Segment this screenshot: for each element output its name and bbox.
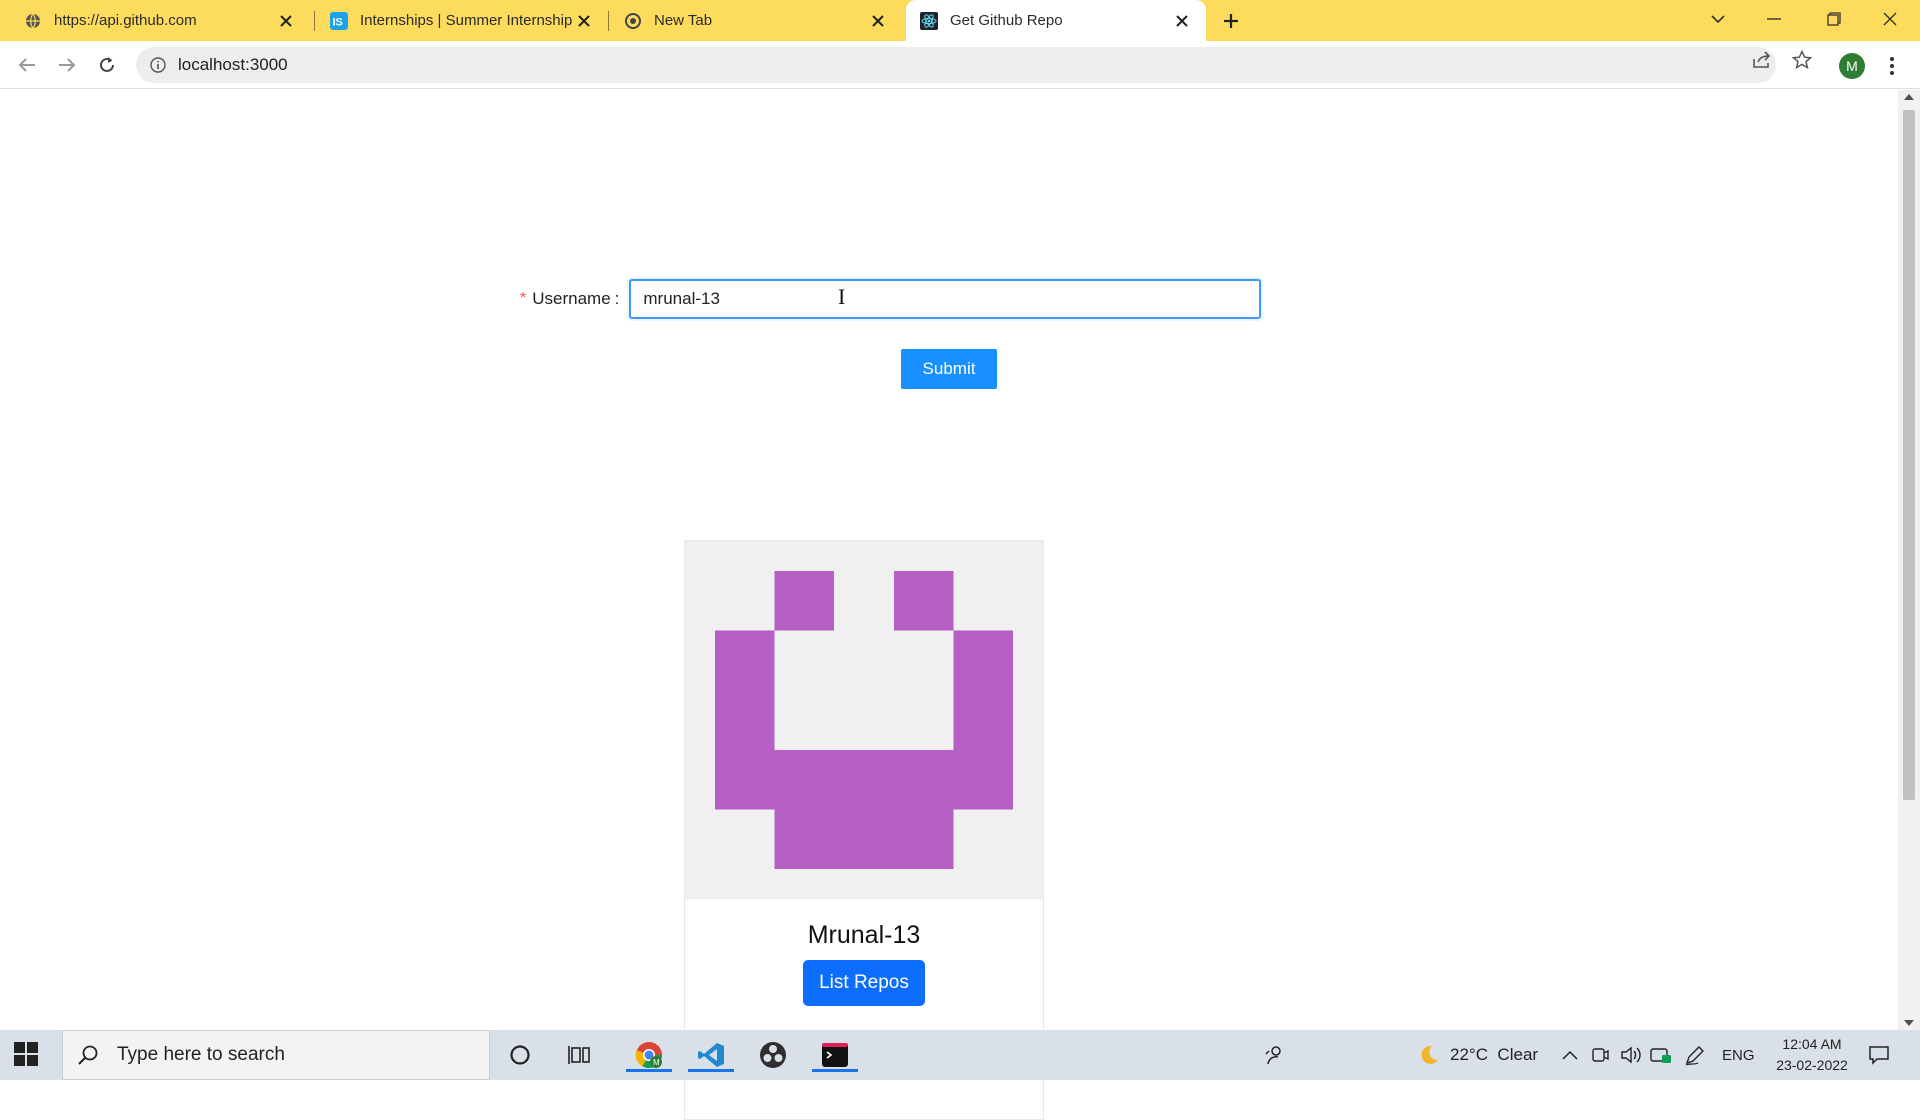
tab-new-tab[interactable]: New Tab [610, 0, 902, 41]
more-menu-icon[interactable] [1882, 53, 1902, 79]
reload-button[interactable] [92, 50, 122, 80]
close-icon[interactable] [1172, 11, 1192, 31]
active-indicator [626, 1069, 672, 1072]
meet-now-icon[interactable] [1590, 1030, 1610, 1080]
clock-time: 12:04 AM [1782, 1036, 1842, 1052]
vscode-taskbar-icon[interactable] [686, 1038, 736, 1072]
username-form-row: * Username : [520, 279, 1262, 319]
tab-get-github-repo[interactable]: Get Github Repo [906, 0, 1206, 41]
search-icon [77, 1044, 101, 1066]
close-window-button[interactable] [1872, 4, 1908, 34]
address-bar[interactable]: localhost:3000 [136, 47, 1776, 83]
windows-start-icon[interactable] [14, 1042, 40, 1068]
url-text: localhost:3000 [178, 55, 288, 74]
info-icon[interactable] [148, 57, 168, 73]
task-view-icon[interactable] [560, 1038, 600, 1072]
forward-button[interactable] [52, 50, 82, 80]
clock-date: 23-02-2022 [1776, 1057, 1848, 1073]
language-indicator[interactable]: ENG [1722, 1030, 1755, 1080]
tab-title: Internships | Summer Internship [360, 12, 573, 29]
people-icon[interactable] [1264, 1030, 1286, 1080]
volume-icon[interactable] [1620, 1030, 1642, 1080]
scroll-down-arrow-icon[interactable] [1904, 1020, 1914, 1026]
notifications-icon[interactable] [1868, 1030, 1890, 1080]
list-repos-button[interactable]: List Repos [803, 960, 925, 1006]
tab-separator [608, 11, 609, 31]
tab-title: https://api.github.com [54, 12, 197, 29]
cortana-icon[interactable] [500, 1038, 540, 1072]
tab-strip: https://api.github.com IS Internships | … [0, 0, 1920, 41]
tab-api-github[interactable]: https://api.github.com [10, 0, 310, 41]
share-icon[interactable] [1751, 49, 1773, 71]
internshala-icon: IS [330, 11, 348, 30]
svg-text:IS: IS [333, 16, 343, 28]
text-cursor-icon: I [838, 284, 846, 309]
new-tab-button[interactable] [1218, 8, 1244, 34]
identicon-image [715, 571, 1013, 869]
obs-taskbar-icon[interactable] [748, 1038, 798, 1072]
taskbar-search[interactable]: Type here to search [62, 1030, 490, 1080]
tab-title: New Tab [654, 12, 713, 29]
scroll-up-arrow-icon[interactable] [1904, 94, 1914, 100]
show-hidden-icons[interactable] [1562, 1030, 1578, 1080]
bookmark-star-icon[interactable] [1791, 49, 1813, 71]
restore-button[interactable] [1816, 4, 1852, 34]
user-name: Mrunal-13 [807, 921, 921, 949]
label-colon: : [614, 289, 620, 308]
close-icon[interactable] [574, 11, 594, 31]
username-input[interactable] [629, 279, 1262, 319]
weather-widget[interactable]: 22°C Clear [1418, 1030, 1538, 1080]
windows-taskbar: Type here to search M 22°C Clear ENG 12:… [0, 1030, 1920, 1080]
chrome-icon [624, 12, 642, 30]
system-clock[interactable]: 12:04 AM 23-02-2022 [1764, 1034, 1860, 1076]
username-label: Username [532, 289, 611, 308]
active-indicator [688, 1069, 734, 1072]
tab-separator [314, 11, 315, 31]
browser-toolbar: localhost:3000 M [0, 41, 1920, 89]
active-indicator [812, 1069, 858, 1072]
scrollbar-thumb[interactable] [1903, 110, 1915, 800]
close-icon[interactable] [868, 11, 888, 31]
submit-button[interactable]: Submit [901, 349, 997, 389]
network-icon[interactable] [1650, 1030, 1672, 1080]
globe-icon [24, 12, 42, 30]
tab-internships[interactable]: IS Internships | Summer Internship [316, 0, 608, 41]
page-content: * Username : I Submit Mrunal-13 List Rep… [0, 90, 1898, 1120]
terminal-taskbar-icon[interactable] [810, 1038, 860, 1072]
react-icon [920, 11, 938, 30]
profile-avatar[interactable]: M [1839, 53, 1865, 79]
chrome-taskbar-icon[interactable]: M [624, 1038, 674, 1072]
page-scrollbar[interactable] [1898, 90, 1920, 1030]
tab-title: Get Github Repo [950, 12, 1063, 29]
tab-search-button[interactable] [1700, 4, 1736, 34]
pen-icon[interactable] [1684, 1030, 1706, 1080]
back-button[interactable] [12, 50, 42, 80]
weather-text: 22°C Clear [1450, 1045, 1539, 1064]
required-mark: * [520, 290, 527, 307]
minimize-button[interactable] [1756, 4, 1792, 34]
search-placeholder: Type here to search [117, 1044, 285, 1065]
svg-text:M: M [653, 1058, 660, 1067]
avatar-image [685, 541, 1043, 899]
close-icon[interactable] [276, 11, 296, 31]
moon-icon [1418, 1044, 1440, 1066]
